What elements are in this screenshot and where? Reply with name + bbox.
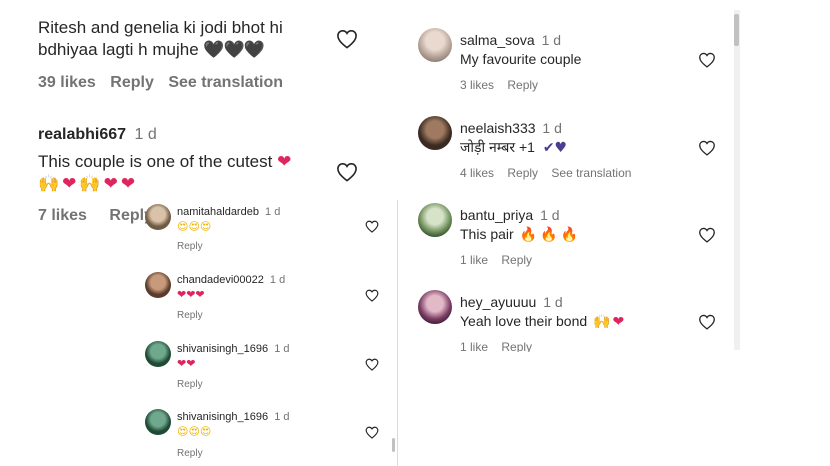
comment-time: 1 d [265,206,281,218]
likes-count[interactable]: 7 likes [38,207,87,224]
username[interactable]: hey_ayuuuu [460,294,536,310]
scrollbar-thumb[interactable] [734,14,739,46]
likes-count[interactable]: 3 likes [460,78,494,92]
likes-count[interactable]: 4 likes [460,166,494,180]
avatar[interactable] [418,203,452,237]
reply-button[interactable]: Reply [177,448,203,459]
see-translation-button[interactable]: See translation [168,74,283,91]
heart-outline-icon[interactable] [365,426,379,439]
comment-meta: 3 likes Reply [460,78,538,92]
reply-button[interactable]: Reply [177,310,203,321]
heart-outline-icon[interactable] [698,140,716,156]
reply-button[interactable]: Reply [507,78,538,92]
comment-2-meta: 7 likes Reply [38,207,153,225]
comment-1-meta: 39 likes Reply See translation [38,74,283,92]
username[interactable]: namitahaldardeb [177,206,259,218]
comment-1: Ritesh and genelia ki jodi bhot hi bdhiy… [38,17,338,61]
reply-button[interactable]: Reply [507,166,538,180]
heart-outline-icon[interactable] [365,220,379,233]
heart-outline-icon[interactable] [365,358,379,371]
comment-meta: 1 like Reply [460,253,532,267]
reply-button[interactable]: Reply [501,253,532,267]
comment-time: 1 d [269,274,286,286]
panel-divider [397,200,398,466]
comment-text: This pair 🔥🔥🔥 [460,226,581,243]
username[interactable]: chandadevi00022 [177,274,264,286]
comment-emoji: ✔♥ [542,140,568,156]
comment-emoji: 🔥🔥🔥 [519,227,581,243]
comment-text: My favourite couple [460,51,582,67]
reply-emoji: ❤❤ [177,357,196,370]
scrollbar-track[interactable] [734,10,740,350]
avatar[interactable] [145,204,171,230]
likes-count[interactable]: 1 like [460,253,488,267]
comment-emoji: 🙌❤ [593,314,627,330]
comment-2-header: realabhi667 1 d [38,126,157,144]
right-panel: salma_sova 1 d My favourite couple 3 lik… [408,10,743,352]
comment-time: 1 d [274,343,290,355]
reply-button[interactable]: Reply [501,340,532,352]
reply-item: shivanisingh_1696 1 d 😍😍😍 Reply [145,408,385,463]
likes-count[interactable]: 39 likes [38,74,96,91]
avatar[interactable] [145,409,171,435]
username[interactable]: bantu_priya [460,207,533,223]
username[interactable]: shivanisingh_1696 [177,343,268,355]
comment-text: जोड़ी नम्बर +1 ✔♥ [460,139,568,156]
comment-time: 1 d [541,32,562,48]
comment-time: 1 d [540,207,560,223]
reply-item: chandadevi00022 1 d ❤❤❤ Reply [145,271,385,326]
reply-button[interactable]: Reply [177,241,203,252]
avatar[interactable] [145,341,171,367]
comment-meta: 4 likes Reply See translation [460,166,631,180]
reply-button[interactable]: Reply [177,379,203,390]
username[interactable]: realabhi667 [38,126,126,143]
comment-item: hey_ayuuuu 1 d Yeah love their bond 🙌❤ 🙌… [408,290,728,352]
avatar[interactable] [145,272,171,298]
comment-text: Yeah love their bond 🙌❤ [460,313,627,330]
reply-emoji: 😍😍😍 [177,425,212,438]
heart-outline-icon[interactable] [336,29,358,49]
comment-time: 1 d [134,126,157,143]
comment-text-line2: bdhiyaa lagti h mujhe 🖤🖤🖤 [38,40,265,60]
heart-outline-icon[interactable] [698,227,716,243]
heart-outline-icon[interactable] [698,314,716,330]
avatar[interactable] [418,116,452,150]
heart-outline-icon[interactable] [365,289,379,302]
comment-item: bantu_priya 1 d This pair 🔥🔥🔥 1 like Rep… [408,203,728,273]
reply-emoji: 😍😍😍 [177,220,212,233]
heart-outline-icon[interactable] [698,52,716,68]
comment-item: salma_sova 1 d My favourite couple 3 lik… [408,28,728,98]
reply-item: namitahaldardeb 1 d 😍😍😍 Reply [145,203,385,258]
reply-item: shivanisingh_1696 1 d ❤❤ Reply [145,340,385,395]
scrollbar[interactable] [392,438,395,452]
comment-2-emoji-line: 🙌❤🙌❤❤ [38,174,139,194]
username[interactable]: neelaish333 [460,120,536,136]
likes-count[interactable]: 1 like [460,340,488,352]
see-translation-button[interactable]: See translation [551,166,631,180]
comment-item: neelaish333 1 d जोड़ी नम्बर +1 ✔♥ 4 like… [408,116,728,186]
heart-outline-icon[interactable] [336,162,358,182]
comment-emoji: 🖤🖤🖤 [203,40,265,60]
comment-text-line1: Ritesh and genelia ki jodi bhot hi [38,18,283,37]
comment-emoji: ❤ [277,152,292,172]
reply-button[interactable]: Reply [110,74,154,91]
comment-meta: 1 like Reply [460,340,532,352]
comment-time: 1 d [543,294,563,310]
reply-emoji: ❤❤❤ [177,288,205,301]
username[interactable]: salma_sova [460,32,535,48]
avatar[interactable] [418,290,452,324]
username[interactable]: shivanisingh_1696 [177,411,268,423]
comment-2-text: This couple is one of the cutest ❤ [38,152,292,172]
left-panel: Ritesh and genelia ki jodi bhot hi bdhiy… [0,0,395,466]
comment-time: 1 d [274,411,290,423]
avatar[interactable] [418,28,452,62]
comment-time: 1 d [542,120,562,136]
